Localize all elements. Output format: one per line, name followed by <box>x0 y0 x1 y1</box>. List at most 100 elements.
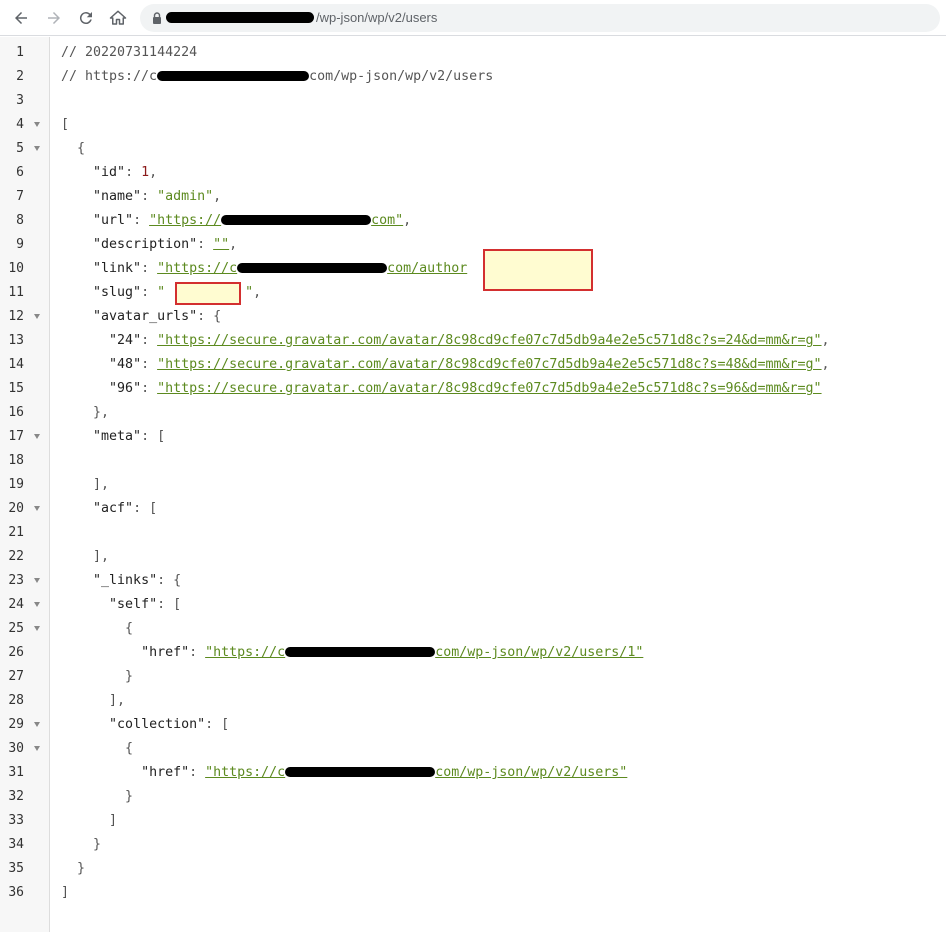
redacted-domain <box>285 647 436 657</box>
avatar-urls-pair: "avatar_urls": { <box>93 309 222 324</box>
line-number: 8 <box>16 213 24 228</box>
line-number: 32 <box>8 789 24 804</box>
link-pair: "link": "https://c com/author <box>93 261 468 276</box>
line-number: 29 <box>8 717 24 732</box>
line-number: 27 <box>8 669 24 684</box>
id-pair: "id": 1, <box>93 165 158 180</box>
href-key: "href" <box>141 645 190 660</box>
array-close: ], <box>61 693 126 708</box>
avatar-96-link[interactable]: "https://secure.gravatar.com/avatar/8c98… <box>157 381 821 396</box>
reload-icon[interactable] <box>74 6 98 30</box>
line-number: 15 <box>8 381 24 396</box>
line-number: 19 <box>8 477 24 492</box>
acf-pair: "acf": [ <box>93 501 158 516</box>
fold-toggle[interactable] <box>34 506 40 511</box>
avatar-96-pair: "96": "https://secure.gravatar.com/avata… <box>109 381 822 396</box>
line-number: 1 <box>16 45 24 60</box>
json-viewer: 1 // 20220731144224 2 // https://c com/wp… <box>0 37 946 932</box>
slug-key: "slug" <box>93 285 142 300</box>
fold-toggle[interactable] <box>34 122 40 127</box>
forward-arrow-icon[interactable] <box>42 6 66 30</box>
back-arrow-icon[interactable] <box>9 6 33 30</box>
redacted-domain <box>157 71 310 81</box>
fold-toggle[interactable] <box>34 314 40 319</box>
code-line: 4 [ <box>0 113 946 137</box>
code-line: 34 } <box>0 833 946 857</box>
avatar-urls-key: "avatar_urls" <box>93 309 198 324</box>
line-number: 18 <box>8 453 24 468</box>
fold-toggle[interactable] <box>34 578 40 583</box>
name-pair: "name": "admin", <box>93 189 222 204</box>
href-key: "href" <box>141 765 190 780</box>
collection-key: "collection" <box>109 717 206 732</box>
line-number: 21 <box>8 525 24 540</box>
object-close: }, <box>61 405 110 420</box>
code-line: 28 ], <box>0 689 946 713</box>
code-line: 19 ], <box>0 473 946 497</box>
links-pair: "_links": { <box>93 573 182 588</box>
line-number: 33 <box>8 813 24 828</box>
code-line: 17 "meta": [ <box>0 425 946 449</box>
description-key: "description" <box>93 237 198 252</box>
array-open: [ <box>61 117 70 132</box>
line-number: 26 <box>8 645 24 660</box>
line-number: 13 <box>8 333 24 348</box>
object-open: { <box>61 741 134 756</box>
redacted-domain <box>221 215 372 225</box>
line-number: 34 <box>8 837 24 852</box>
avatar-24-link[interactable]: "https://secure.gravatar.com/avatar/8c98… <box>157 333 821 348</box>
code-line: 18 <box>0 449 946 473</box>
code-line: 7 "name": "admin", <box>0 185 946 209</box>
name-value: "admin" <box>157 189 214 204</box>
line-number: 9 <box>16 237 24 252</box>
redacted-domain <box>285 767 436 777</box>
line-number: 12 <box>8 309 24 324</box>
fold-toggle[interactable] <box>34 626 40 631</box>
avatar-48-link[interactable]: "https://secure.gravatar.com/avatar/8c98… <box>157 357 821 372</box>
url-link-suffix: com" <box>371 213 404 228</box>
lock-icon <box>153 12 161 24</box>
self-href-link[interactable]: "https://c com/wp-json/wp/v2/users/1" <box>205 645 643 660</box>
code-line: 27 } <box>0 665 946 689</box>
author-link[interactable]: "https://c com/author <box>157 261 467 276</box>
fold-toggle[interactable] <box>34 434 40 439</box>
code-line: 1 // 20220731144224 <box>0 41 946 65</box>
meta-key: "meta" <box>93 429 142 444</box>
address-bar[interactable]: /wp-json/wp/v2/users <box>140 4 940 32</box>
code-line: 26 "href": "https://c com/wp-json/wp/v2/u… <box>0 641 946 665</box>
line-number: 30 <box>8 741 24 756</box>
url-path: /wp-json/wp/v2/users <box>316 10 438 25</box>
browser-toolbar: /wp-json/wp/v2/users <box>0 0 946 36</box>
fold-toggle[interactable] <box>34 146 40 151</box>
code-line: 30 { <box>0 737 946 761</box>
fold-toggle[interactable] <box>34 746 40 751</box>
code-line: 24 "self": [ <box>0 593 946 617</box>
redaction-highlight-box <box>483 249 593 291</box>
description-value[interactable]: "" <box>213 237 229 252</box>
links-key: "_links" <box>93 573 158 588</box>
line-number: 23 <box>8 573 24 588</box>
line-number: 20 <box>8 501 24 516</box>
url-link-prefix: "https:// <box>149 213 222 228</box>
line-number: 28 <box>8 693 24 708</box>
line-number: 11 <box>8 285 24 300</box>
collection-href-pair: "href": "https://c com/wp-json/wp/v2/user… <box>141 765 628 780</box>
link-key: "link" <box>93 261 142 276</box>
fold-toggle[interactable] <box>34 722 40 727</box>
redacted-domain <box>237 263 388 273</box>
code-line: 29 "collection": [ <box>0 713 946 737</box>
url-link[interactable]: "https:// com" <box>149 213 403 228</box>
array-close: ] <box>61 813 118 828</box>
code-line: 2 // https://c com/wp-json/wp/v2/users <box>0 65 946 89</box>
line-number: 7 <box>16 189 24 204</box>
url-key: "url" <box>93 213 134 228</box>
line-number: 4 <box>16 117 24 132</box>
object-close: } <box>61 789 134 804</box>
fold-toggle[interactable] <box>34 602 40 607</box>
home-icon[interactable] <box>106 6 130 30</box>
object-open: { <box>61 621 134 636</box>
code-line: 31 "href": "https://c com/wp-json/wp/v2/u… <box>0 761 946 785</box>
id-key: "id" <box>93 165 126 180</box>
collection-href-link[interactable]: "https://c com/wp-json/wp/v2/users" <box>205 765 627 780</box>
code-line: 33 ] <box>0 809 946 833</box>
